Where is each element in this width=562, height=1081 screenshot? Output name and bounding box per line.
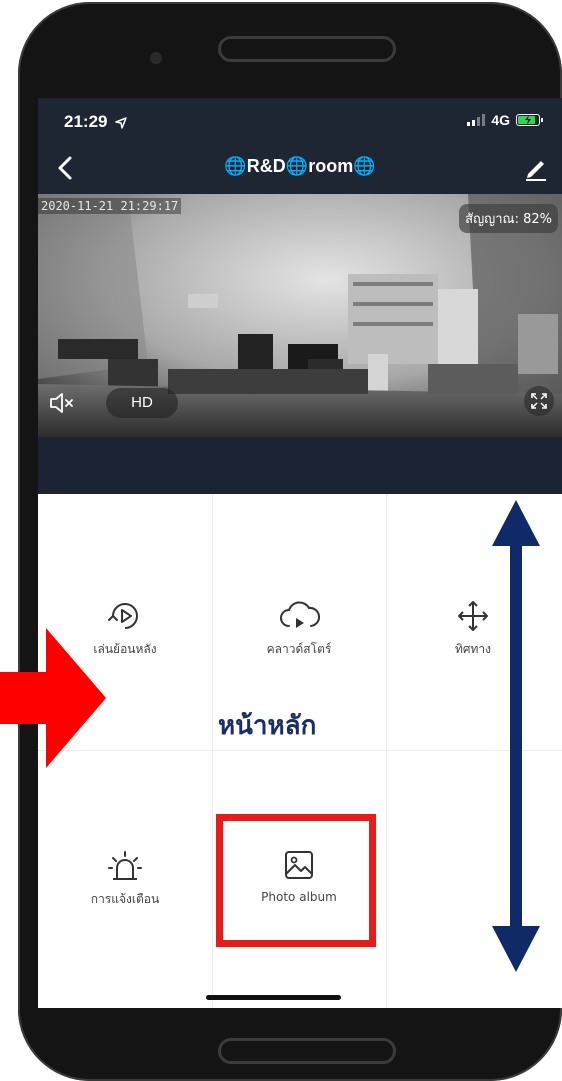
status-time: 21:29 — [64, 112, 127, 132]
red-pointer-arrow-icon — [0, 628, 106, 768]
phone-bottom-bezel — [218, 1038, 396, 1064]
feature-alarm[interactable]: การแจ้งเตือน — [39, 846, 211, 909]
scroll-direction-arrow-icon — [492, 500, 540, 972]
mute-icon[interactable] — [48, 390, 76, 416]
photo-album-highlight — [216, 814, 376, 947]
cellular-signal-icon — [467, 114, 486, 126]
playback-icon — [108, 603, 138, 629]
status-bar: 21:29 4G — [38, 98, 562, 142]
grid-divider — [38, 750, 562, 751]
battery-icon — [516, 114, 543, 126]
feature-label: คลาวด์สโตร์ — [266, 642, 332, 656]
location-arrow-icon — [115, 116, 127, 129]
grid-divider — [386, 494, 387, 1008]
network-type: 4G — [491, 112, 510, 128]
cloud-storage-icon — [280, 601, 320, 628]
fullscreen-icon[interactable] — [524, 386, 554, 416]
annotation-main-label: หน้าหลัก — [218, 711, 317, 741]
signal-strength-badge: สัญญาณ: 82% — [459, 204, 558, 233]
phone-speaker — [218, 36, 396, 62]
alarm-icon — [108, 851, 142, 880]
grid-divider — [212, 494, 213, 1008]
quality-toggle-button[interactable]: HD — [106, 388, 178, 418]
device-title: 🌐R&D🌐room🌐 — [224, 156, 376, 176]
feature-label: การแจ้งเตือน — [90, 892, 160, 906]
video-timestamp: 2020-11-21 21:29:17 — [38, 198, 182, 214]
home-indicator — [206, 995, 341, 1000]
status-time-text: 21:29 — [64, 112, 108, 131]
navigation-bar: 🌐R&D🌐room🌐 — [38, 142, 562, 194]
feature-cloud-storage[interactable]: คลาวด์สโตร์ — [213, 596, 385, 659]
front-camera — [150, 52, 162, 64]
camera-live-view[interactable]: 2020-11-21 21:29:17 สัญญาณ: 82% HD — [38, 194, 562, 494]
status-indicators: 4G — [467, 112, 543, 128]
edit-icon[interactable] — [522, 154, 550, 182]
direction-icon — [458, 601, 488, 631]
